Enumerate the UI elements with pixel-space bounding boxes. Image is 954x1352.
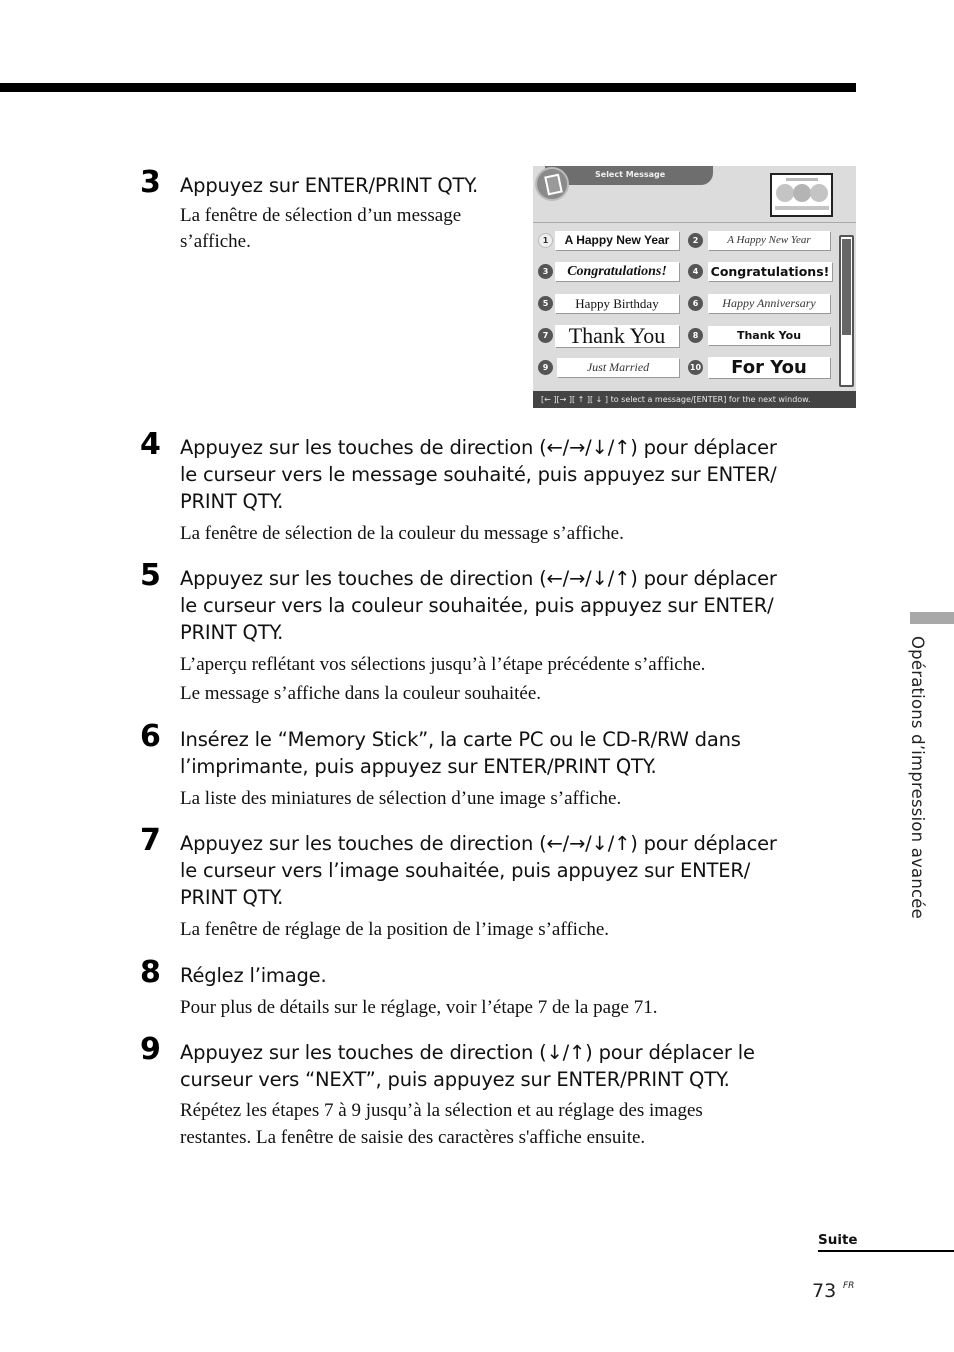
step-description: Pour plus de détails sur le réglage, voi… [180, 993, 860, 1022]
message-option-10[interactable]: For You [708, 357, 830, 378]
message-option-6[interactable]: Happy Anniversary [708, 294, 830, 313]
step-number: 6 [140, 719, 161, 754]
message-number-badge: 4 [688, 264, 703, 279]
step-description: La fenêtre de sélection d’un message s’a… [180, 203, 530, 255]
step-description: La fenêtre de sélection de la couleur du… [180, 519, 860, 548]
message-option-3[interactable]: Congratulations! [555, 262, 679, 281]
step-3: 3 Appuyez sur ENTER/PRINT QTY. La fenêtr… [140, 168, 530, 255]
message-number-badge: 1 [538, 233, 553, 248]
heading-line: PRINT QTY. [180, 490, 284, 513]
step-description: Répétez les étapes 7 à 9 jusqu’à la séle… [180, 1097, 860, 1151]
step-heading: Appuyez sur ENTER/PRINT QTY. [180, 174, 478, 197]
screen-title-tab: Select Message [545, 166, 713, 185]
step-number: 5 [140, 558, 161, 593]
desc-line: restantes. La fenêtre de saisie des cara… [180, 1127, 646, 1148]
message-number-badge: 5 [538, 296, 553, 311]
desc-line: La fenêtre de sélection de la couleur du… [180, 523, 624, 544]
message-card-icon [535, 167, 569, 201]
heading-line: le curseur vers l’image souhaitée, puis … [180, 859, 751, 882]
step-number: 9 [140, 1032, 161, 1067]
heading-line: le curseur vers le message souhaité, pui… [180, 463, 777, 486]
step-heading: Appuyez sur les touches de direction (←/… [180, 565, 860, 646]
message-option-8[interactable]: Thank You [708, 326, 830, 345]
step-heading: Appuyez sur les touches de direction (←/… [180, 830, 860, 911]
section-side-label: Opérations d’impression avancée [908, 636, 927, 919]
desc-line: La liste des miniatures de sélection d’u… [180, 788, 622, 809]
desc-line: La fenêtre de réglage de la position de … [180, 919, 610, 940]
continued-label: Suite [818, 1232, 858, 1248]
desc-line: s’affiche. [180, 231, 251, 252]
top-rule [0, 83, 856, 92]
message-number-badge: 9 [538, 360, 553, 375]
message-option-2[interactable]: A Happy New Year [708, 231, 830, 250]
message-option-9[interactable]: Just Married [557, 358, 679, 377]
step-heading: Appuyez sur les touches de direction (↓/… [180, 1039, 860, 1093]
desc-line: Pour plus de détails sur le réglage, voi… [180, 997, 658, 1018]
desc-line: L’aperçu reflétant vos sélections jusqu’… [180, 654, 706, 675]
heading-line: Appuyez sur les touches de direction (←/… [180, 567, 777, 590]
message-option-5[interactable]: Happy Birthday [555, 294, 679, 313]
message-option-1[interactable]: A Happy New Year [555, 231, 679, 250]
message-number-badge: 2 [688, 233, 703, 248]
step-number: 7 [140, 823, 161, 858]
message-number-badge: 10 [688, 360, 703, 375]
heading-line: Insérez le “Memory Stick”, la carte PC o… [180, 728, 741, 751]
step-4: 4 Appuyez sur les touches de direction (… [140, 430, 860, 548]
scrollbar-thumb[interactable] [842, 239, 851, 335]
step-number: 8 [140, 955, 161, 990]
step-heading: Appuyez sur les touches de direction (←/… [180, 434, 860, 515]
select-message-screen: Select Message 1 A Happy New Year 2 A Ha… [533, 166, 856, 408]
desc-line: Répétez les étapes 7 à 9 jusqu’à la séle… [180, 1100, 703, 1121]
message-number-badge: 3 [538, 264, 553, 279]
heading-line: l’imprimante, puis appuyez sur ENTER/PRI… [180, 755, 657, 778]
step-5: 5 Appuyez sur les touches de direction (… [140, 561, 860, 708]
step-heading: Insérez le “Memory Stick”, la carte PC o… [180, 726, 860, 780]
screen-instruction-bar: [← ][→ ][ ↑ ][ ↓ ] to select a message/[… [533, 391, 856, 408]
step-9: 9 Appuyez sur les touches de direction (… [140, 1035, 860, 1151]
heading-line: le curseur vers la couleur souhaitée, pu… [180, 594, 774, 617]
heading-line: curseur vers “NEXT”, puis appuyez sur EN… [180, 1068, 730, 1091]
page-number: 73 [812, 1280, 837, 1302]
step-8: 8 Réglez l’image. Pour plus de détails s… [140, 958, 860, 1022]
page-language: FR [843, 1281, 855, 1291]
desc-line: La fenêtre de sélection d’un message [180, 205, 462, 226]
heading-line: Appuyez sur les touches de direction (←/… [180, 436, 777, 459]
step-description: La liste des miniatures de sélection d’u… [180, 784, 860, 813]
heading-line: Réglez l’image. [180, 964, 327, 987]
continued-rule [818, 1250, 954, 1252]
message-number-badge: 7 [538, 328, 553, 343]
message-list-scrollbar[interactable] [839, 235, 854, 387]
message-option-7[interactable]: Thank You [555, 325, 679, 347]
message-option-4[interactable]: Congratulations! [708, 262, 832, 281]
screen-title: Select Message [595, 170, 666, 179]
step-7: 7 Appuyez sur les touches de direction (… [140, 826, 860, 944]
step-number: 4 [140, 427, 161, 462]
section-tab-marker [910, 612, 954, 624]
message-number-badge: 6 [688, 296, 703, 311]
heading-line: PRINT QTY. [180, 886, 284, 909]
step-description: La fenêtre de réglage de la position de … [180, 915, 860, 944]
desc-line: Le message s’affiche dans la couleur sou… [180, 683, 542, 704]
heading-line: PRINT QTY. [180, 621, 284, 644]
divider [533, 222, 856, 223]
message-number-badge: 8 [688, 328, 703, 343]
step-number: 3 [140, 165, 161, 200]
step-description: L’aperçu reflétant vos sélections jusqu’… [180, 650, 860, 708]
step-6: 6 Insérez le “Memory Stick”, la carte PC… [140, 722, 860, 813]
step-heading: Réglez l’image. [180, 962, 860, 989]
heading-line: Appuyez sur les touches de direction (↓/… [180, 1041, 755, 1064]
heading-line: Appuyez sur les touches de direction (←/… [180, 832, 777, 855]
layout-preview-thumbnail [770, 173, 833, 217]
